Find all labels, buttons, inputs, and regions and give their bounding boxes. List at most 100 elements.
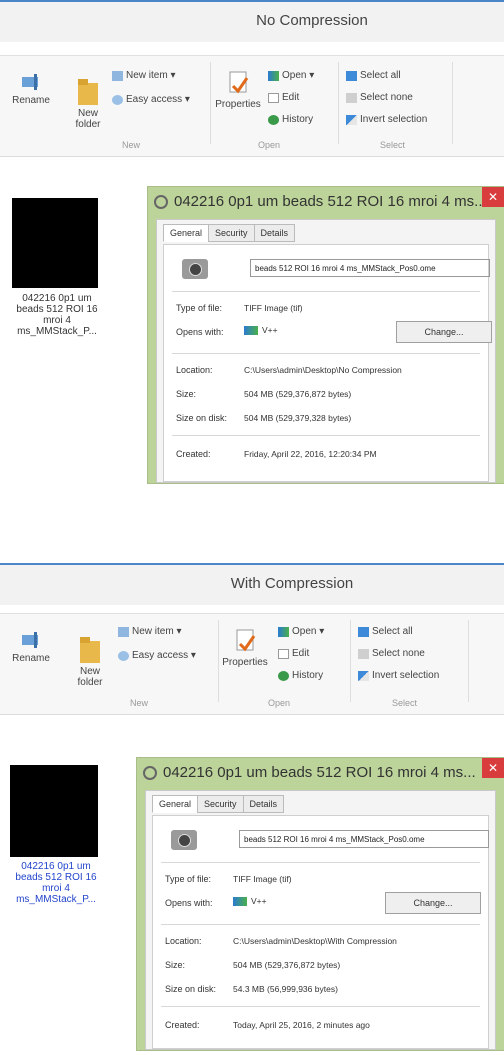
file-name-field[interactable]: beads 512 ROI 16 mroi 4 ms_MMStack_Pos0.… bbox=[250, 259, 490, 277]
easy-access-button[interactable]: Easy access ▾ bbox=[118, 650, 196, 661]
invert-selection-icon bbox=[346, 114, 357, 125]
tab-details[interactable]: Details bbox=[253, 224, 296, 242]
ribbon-toolbar: Rename New folder New item ▾ Easy access… bbox=[0, 613, 504, 715]
type-of-file-value: TIFF Image (tif) bbox=[233, 874, 292, 884]
properties-icon bbox=[229, 71, 249, 94]
group-separator bbox=[452, 62, 453, 144]
easy-access-button[interactable]: Easy access ▾ bbox=[112, 94, 190, 105]
easy-access-icon bbox=[112, 94, 123, 105]
divider bbox=[172, 353, 480, 354]
edit-button[interactable]: Edit bbox=[278, 648, 309, 659]
group-label-open: Open bbox=[268, 698, 291, 708]
size-value: 504 MB (529,376,872 bytes) bbox=[244, 389, 352, 399]
group-label-new: New bbox=[130, 698, 149, 708]
close-button[interactable]: ✕ bbox=[482, 758, 504, 778]
edit-icon bbox=[268, 92, 279, 103]
app-icon bbox=[244, 326, 258, 336]
change-button[interactable]: Change... bbox=[396, 321, 492, 343]
select-none-icon bbox=[346, 92, 357, 103]
app-icon bbox=[233, 897, 247, 907]
group-separator bbox=[468, 620, 469, 702]
location-label: Location: bbox=[176, 365, 213, 375]
tab-security[interactable]: Security bbox=[208, 224, 255, 242]
group-label-open: Open bbox=[258, 140, 281, 150]
explorer-panel-no-compression: No Compression Rename New folder New ite… bbox=[0, 0, 504, 500]
type-of-file-label: Type of file: bbox=[165, 874, 212, 884]
open-icon bbox=[268, 70, 279, 81]
select-all-icon bbox=[346, 70, 357, 81]
group-label-new: New bbox=[122, 140, 141, 150]
divider bbox=[172, 291, 480, 292]
rename-button[interactable]: Rename bbox=[8, 72, 54, 106]
size-value: 504 MB (529,376,872 bytes) bbox=[233, 960, 341, 970]
easy-access-icon bbox=[118, 650, 129, 661]
tab-bar: General Security Details bbox=[152, 795, 285, 813]
rename-icon bbox=[22, 632, 38, 648]
close-button[interactable]: ✕ bbox=[482, 187, 504, 207]
general-tab-content: beads 512 ROI 16 mroi 4 ms_MMStack_Pos0.… bbox=[163, 244, 492, 482]
new-folder-button[interactable]: New folder bbox=[70, 624, 110, 699]
new-folder-button[interactable]: New folder bbox=[68, 66, 108, 141]
size-label: Size: bbox=[176, 389, 197, 399]
tab-security[interactable]: Security bbox=[197, 795, 244, 813]
opens-with-label: Opens with: bbox=[165, 898, 213, 908]
tab-general[interactable]: General bbox=[163, 224, 210, 242]
group-separator bbox=[338, 62, 339, 144]
file-name-field[interactable]: beads 512 ROI 16 mroi 4 ms_MMStack_Pos0.… bbox=[239, 830, 489, 848]
new-item-icon bbox=[118, 626, 129, 637]
new-item-button[interactable]: New item ▾ bbox=[118, 626, 181, 637]
ribbon-toolbar: Rename New folder New item ▾ Easy access… bbox=[0, 55, 504, 157]
invert-selection-button[interactable]: Invert selection bbox=[346, 114, 427, 125]
file-thumbnail-label[interactable]: 042216 0p1 um beads 512 ROI 16 mroi 4 ms… bbox=[2, 861, 110, 905]
location-value: C:\Users\admin\Desktop\No Compression bbox=[244, 365, 402, 375]
select-all-icon bbox=[358, 626, 369, 637]
rename-icon bbox=[22, 74, 38, 90]
file-thumbnail[interactable] bbox=[12, 198, 98, 288]
file-type-icon bbox=[182, 259, 208, 279]
window-titlebar: With Compression bbox=[0, 563, 504, 605]
divider bbox=[161, 924, 480, 925]
size-on-disk-value: 54.3 MB (56,999,936 bytes) bbox=[233, 984, 338, 994]
history-button[interactable]: History bbox=[278, 670, 323, 681]
open-icon bbox=[278, 626, 289, 637]
file-thumbnail-label[interactable]: 042216 0p1 um beads 512 ROI 16 mroi 4 ms… bbox=[4, 293, 110, 337]
properties-dialog: 042216 0p1 um beads 512 ROI 16 mroi 4 ms… bbox=[136, 757, 504, 1051]
edit-button[interactable]: Edit bbox=[268, 92, 299, 103]
size-on-disk-value: 504 MB (529,379,328 bytes) bbox=[244, 413, 352, 423]
file-thumbnail[interactable] bbox=[10, 765, 98, 857]
created-value: Friday, April 22, 2016, 12:20:34 PM bbox=[244, 449, 377, 459]
new-item-button[interactable]: New item ▾ bbox=[112, 70, 175, 81]
dialog-title: 042216 0p1 um beads 512 ROI 16 mroi 4 ms… bbox=[163, 764, 476, 781]
camera-icon bbox=[154, 195, 168, 209]
invert-selection-icon bbox=[358, 670, 369, 681]
new-item-icon bbox=[112, 70, 123, 81]
tab-general[interactable]: General bbox=[152, 795, 199, 813]
group-separator bbox=[210, 62, 211, 144]
edit-icon bbox=[278, 648, 289, 659]
location-label: Location: bbox=[165, 936, 202, 946]
file-type-icon bbox=[171, 830, 197, 850]
select-none-button[interactable]: Select none bbox=[358, 648, 425, 659]
open-button[interactable]: Open ▾ bbox=[278, 626, 324, 637]
created-label: Created: bbox=[165, 1020, 200, 1030]
select-none-button[interactable]: Select none bbox=[346, 92, 413, 103]
opens-with-value: V++ bbox=[244, 325, 278, 336]
rename-button[interactable]: Rename bbox=[8, 630, 54, 664]
select-all-button[interactable]: Select all bbox=[358, 626, 413, 637]
dialog-body: General Security Details beads 512 ROI 1… bbox=[156, 219, 496, 483]
size-on-disk-label: Size on disk: bbox=[165, 984, 217, 994]
open-button[interactable]: Open ▾ bbox=[268, 70, 314, 81]
history-button[interactable]: History bbox=[268, 114, 313, 125]
change-button[interactable]: Change... bbox=[385, 892, 481, 914]
size-on-disk-label: Size on disk: bbox=[176, 413, 228, 423]
type-of-file-value: TIFF Image (tif) bbox=[244, 303, 303, 313]
properties-button[interactable]: Properties bbox=[218, 628, 272, 668]
window-title: With Compression bbox=[230, 575, 354, 592]
tab-details[interactable]: Details bbox=[242, 795, 285, 813]
invert-selection-button[interactable]: Invert selection bbox=[358, 670, 439, 681]
properties-button[interactable]: Properties bbox=[212, 70, 264, 110]
created-label: Created: bbox=[176, 449, 211, 459]
history-icon bbox=[268, 114, 279, 125]
select-all-button[interactable]: Select all bbox=[346, 70, 401, 81]
group-label-select: Select bbox=[392, 698, 418, 708]
